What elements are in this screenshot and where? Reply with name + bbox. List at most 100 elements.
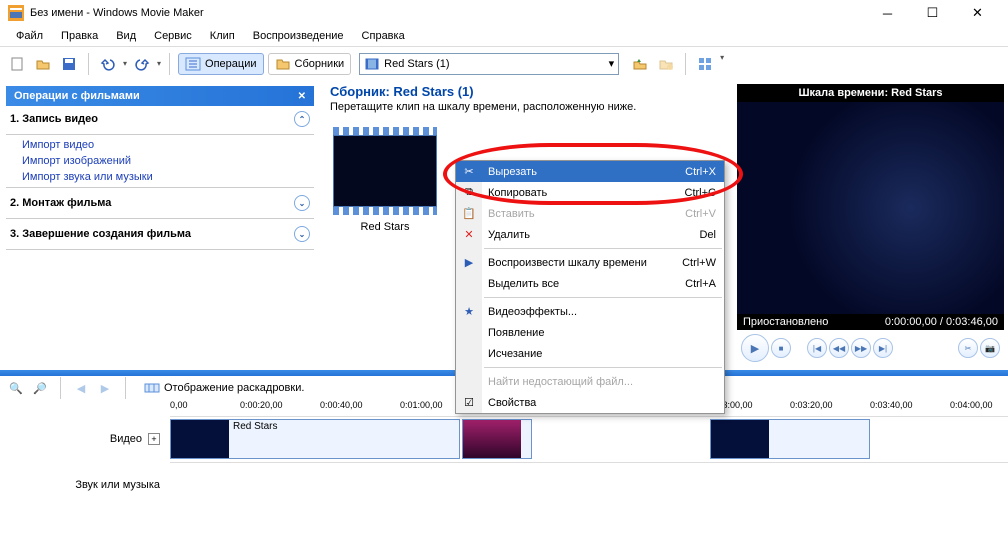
collections-button[interactable]: Сборники — [268, 53, 352, 75]
tl-play-icon[interactable]: ▶ — [97, 380, 113, 396]
preview-status-bar: Приостановлено 0:00:00,00 / 0:03:46,00 — [737, 314, 1004, 330]
minimize-button[interactable]: ─ — [865, 0, 910, 26]
collection-dd-icon: ▾ — [609, 57, 615, 70]
cm-delete[interactable]: ✕ Удалить Del — [456, 224, 724, 245]
menu-service[interactable]: Сервис — [146, 28, 200, 44]
cm-copy[interactable]: ⧉ Копировать Ctrl+C — [456, 182, 724, 203]
expand-video-icon[interactable]: + — [148, 433, 160, 445]
collection-title: Сборник: Red Stars (1) — [330, 84, 723, 99]
chevron-down-icon: ⌄ — [294, 111, 310, 127]
film-icon — [364, 56, 380, 72]
chevron-down-icon: ⌄ — [294, 226, 310, 242]
tl-rewind-icon[interactable]: ◀ — [73, 380, 89, 396]
forward-button[interactable]: ▶▶ — [851, 338, 871, 358]
storyboard-toggle[interactable]: Отображение раскадровки. — [144, 380, 304, 396]
cm-select-all[interactable]: Выделить все Ctrl+A — [456, 273, 724, 294]
storyboard-label: Отображение раскадровки. — [164, 382, 304, 394]
ruler-tick: 0:03:40,00 — [870, 400, 913, 410]
view-mode-button[interactable] — [694, 53, 716, 75]
split-button[interactable]: ✂ — [958, 338, 978, 358]
window-title: Без имени - Windows Movie Maker — [30, 7, 204, 19]
link-import-audio[interactable]: Импорт звука или музыки — [6, 169, 314, 185]
audio-track-label: Звук или музыка — [0, 462, 170, 508]
up-folder-button[interactable] — [629, 53, 651, 75]
step-2[interactable]: 2. Монтаж фильма ⌄ — [6, 190, 314, 216]
step-1-label: 1. Запись видео — [10, 113, 98, 125]
operations-label: Операции — [205, 58, 256, 70]
view-mode-dd[interactable]: ▾ — [720, 53, 724, 75]
open-button[interactable] — [32, 53, 54, 75]
cm-video-effects[interactable]: ★ Видеоэффекты... — [456, 301, 724, 322]
preview-status: Приостановлено — [743, 316, 828, 328]
undo-dd[interactable]: ▾ — [123, 59, 127, 68]
cm-fade-out[interactable]: Исчезание — [456, 343, 724, 364]
ruler-tick: 0:03:20,00 — [790, 400, 833, 410]
sidebar-title: Операции с фильмами — [14, 90, 140, 102]
sidebar-header: Операции с фильмами ✕ — [6, 86, 314, 106]
step-2-label: 2. Монтаж фильма — [10, 197, 111, 209]
snapshot-button[interactable]: 📷 — [980, 338, 1000, 358]
step-3[interactable]: 3. Завершение создания фильма ⌄ — [6, 221, 314, 247]
sidebar: Операции с фильмами ✕ 1. Запись видео ⌄ … — [0, 80, 320, 370]
maximize-button[interactable]: ☐ — [910, 0, 955, 26]
timeline-clip-3[interactable] — [710, 419, 870, 459]
collection-select[interactable]: Red Stars (1) ▾ — [359, 53, 619, 75]
sidebar-close-icon[interactable]: ✕ — [298, 91, 306, 102]
cm-properties[interactable]: ☑ Свойства — [456, 392, 724, 413]
menu-help[interactable]: Справка — [354, 28, 413, 44]
save-button[interactable] — [58, 53, 80, 75]
toolbar: ▾ ▾ Операции Сборники Red Stars (1) ▾ ▾ — [0, 46, 1008, 80]
video-track-label: Видео + — [0, 416, 170, 462]
link-import-images[interactable]: Импорт изображений — [6, 153, 314, 169]
cm-cut[interactable]: ✂ Вырезать Ctrl+X — [456, 161, 724, 182]
play-icon: ▶ — [461, 255, 477, 271]
star-icon: ★ — [461, 304, 477, 320]
step-3-label: 3. Завершение создания фильма — [10, 228, 191, 240]
close-button[interactable]: ✕ — [955, 0, 1000, 26]
storyboard-icon — [144, 380, 160, 396]
prev-button[interactable]: |◀ — [807, 338, 827, 358]
play-button[interactable]: ▶ — [741, 334, 769, 362]
chevron-down-icon: ⌄ — [294, 195, 310, 211]
timeline-clip-1[interactable]: Red Stars — [170, 419, 460, 459]
video-track[interactable]: Red Stars — [170, 416, 1008, 462]
ruler-tick: 0:00:40,00 — [320, 400, 363, 410]
preview-title: Шкала времени: Red Stars — [737, 84, 1004, 102]
cm-fade-in[interactable]: Появление — [456, 322, 724, 343]
undo-button[interactable] — [97, 53, 119, 75]
context-menu: ✂ Вырезать Ctrl+X ⧉ Копировать Ctrl+C 📋 … — [455, 160, 725, 414]
zoom-in-icon[interactable]: 🔍 — [8, 380, 24, 396]
menu-file[interactable]: Файл — [8, 28, 51, 44]
next-button[interactable]: ▶| — [873, 338, 893, 358]
list-icon — [185, 56, 201, 72]
step-1[interactable]: 1. Запись видео ⌄ — [6, 106, 314, 132]
timeline-clip-2[interactable] — [462, 419, 532, 459]
redo-button[interactable] — [131, 53, 153, 75]
new-folder-button[interactable] — [655, 53, 677, 75]
menu-clip[interactable]: Клип — [202, 28, 243, 44]
cm-play-timeline[interactable]: ▶ Воспроизвести шкалу времени Ctrl+W — [456, 252, 724, 273]
rewind-button[interactable]: ◀◀ — [829, 338, 849, 358]
audio-track[interactable] — [170, 462, 1008, 508]
collections-label: Сборники — [295, 58, 345, 70]
menu-view[interactable]: Вид — [108, 28, 144, 44]
preview-timecode: 0:00:00,00 / 0:03:46,00 — [885, 316, 998, 328]
cm-find-missing: Найти недостающий файл... — [456, 371, 724, 392]
redo-dd[interactable]: ▾ — [157, 59, 161, 68]
ruler-tick: 0:00:20,00 — [240, 400, 283, 410]
menubar: Файл Правка Вид Сервис Клип Воспроизведе… — [0, 26, 1008, 46]
menu-edit[interactable]: Правка — [53, 28, 106, 44]
folder-icon — [275, 56, 291, 72]
paste-icon: 📋 — [461, 206, 477, 222]
new-button[interactable] — [6, 53, 28, 75]
stop-button[interactable]: ■ — [771, 338, 791, 358]
titlebar: Без имени - Windows Movie Maker ─ ☐ ✕ — [0, 0, 1008, 26]
link-import-video[interactable]: Импорт видео — [6, 137, 314, 153]
cm-paste: 📋 Вставить Ctrl+V — [456, 203, 724, 224]
zoom-out-icon[interactable]: 🔎 — [32, 380, 48, 396]
properties-icon: ☑ — [461, 395, 477, 411]
clip-thumb[interactable]: Red Stars — [330, 127, 440, 233]
app-icon — [8, 5, 24, 21]
operations-button[interactable]: Операции — [178, 53, 263, 75]
menu-play[interactable]: Воспроизведение — [245, 28, 352, 44]
